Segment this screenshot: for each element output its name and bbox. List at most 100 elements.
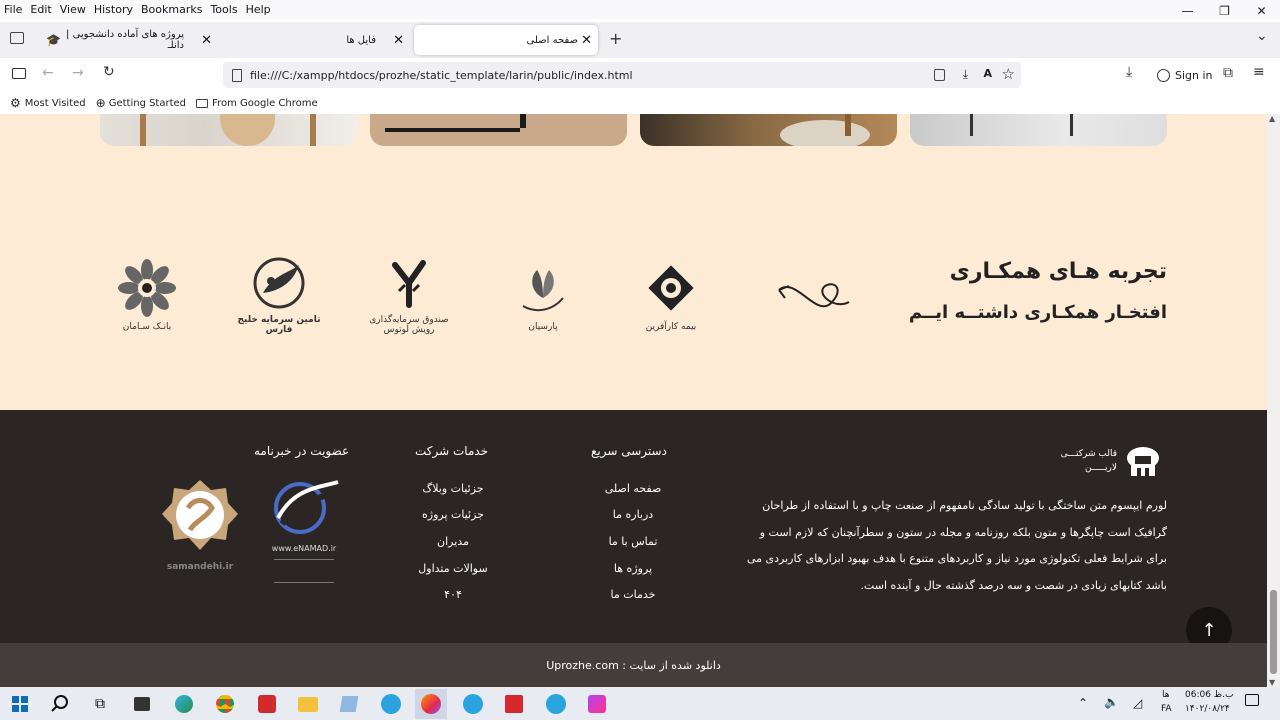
sidebar-icon[interactable]: [12, 68, 26, 79]
quick-link-services[interactable]: خدمات ما: [593, 588, 673, 601]
tab-files[interactable]: فایل ها ✕: [222, 25, 410, 55]
firefox-icon[interactable]: [415, 689, 447, 719]
tab-home[interactable]: صفحه اصلی ✕: [414, 25, 598, 55]
volume-icon[interactable]: 🔈: [1104, 695, 1119, 709]
sign-in-label: Sign in: [1175, 68, 1213, 82]
bookmark-getting-started[interactable]: ⊕ Getting Started: [96, 96, 186, 110]
quick-access-title: دسترسی سریع: [591, 444, 667, 458]
keyboard-layout-secondary[interactable]: ها: [1162, 690, 1170, 700]
bookmark-from-chrome[interactable]: From Google Chrome: [196, 98, 318, 109]
menu-history[interactable]: History: [90, 3, 137, 16]
menu-file[interactable]: File: [0, 3, 26, 16]
clock-date[interactable]: ۱۴۰۲/۰۸/۲۴: [1185, 704, 1230, 714]
menu-view[interactable]: View: [56, 3, 90, 16]
copyright-text: دانلود شده از سایت : Uprozhe.com: [546, 658, 721, 672]
close-window-button[interactable]: ✕: [1243, 0, 1280, 22]
url-bar[interactable]: file:///C:/xampp/htdocs/prozhe/static_te…: [223, 62, 1021, 88]
save-page-icon[interactable]: ⤓: [963, 67, 968, 82]
bookmark-from-chrome-label: From Google Chrome: [212, 97, 318, 109]
file-icon: [232, 68, 242, 82]
menu-bookmarks[interactable]: Bookmarks: [137, 3, 206, 16]
phpstorm-icon[interactable]: [581, 689, 613, 719]
logo-karafarin[interactable]: بیمه کارآفرین: [626, 250, 716, 340]
project-photo-4[interactable]: [910, 114, 1167, 146]
enamad-badge[interactable]: www.eNAMAD.ir: [264, 478, 344, 588]
chrome-icon[interactable]: [209, 689, 241, 719]
search-icon[interactable]: [44, 689, 76, 719]
forward-arrow-icon[interactable]: →: [72, 65, 84, 81]
bookmark-most-visited[interactable]: ⚙ Most Visited: [10, 96, 86, 110]
service-link-blog[interactable]: جزئیات وبلاگ: [413, 482, 493, 495]
new-tab-button[interactable]: +: [609, 29, 622, 48]
service-link-project[interactable]: جزئیات پروژه: [413, 508, 493, 521]
sign-in-button[interactable]: Sign in: [1151, 62, 1213, 88]
file-explorer-icon[interactable]: [292, 689, 324, 719]
parsian-logo-icon: [522, 270, 564, 312]
service-link-404[interactable]: ۴۰۴: [413, 588, 493, 601]
quick-link-contact[interactable]: تماس با ما: [593, 535, 673, 548]
logo-khalij-fars[interactable]: تامین سرمایه خلیج فارس: [234, 250, 324, 340]
khalij-fars-logo-icon: [253, 257, 305, 309]
quick-link-about[interactable]: درباره ما: [593, 508, 673, 521]
extensions-icon[interactable]: ⧉: [1223, 65, 1233, 81]
tray-expand-icon[interactable]: ⌃: [1078, 696, 1088, 710]
network-icon[interactable]: ◿: [1133, 696, 1142, 710]
tab-overview-icon[interactable]: [10, 32, 24, 44]
back-arrow-icon[interactable]: ←: [42, 65, 54, 81]
tab-bar: 🎓 پروژه های آماده دانشجویی | دانلـ ✕ فای…: [0, 22, 1280, 58]
keyboard-layout[interactable]: FA: [1161, 704, 1172, 714]
windows-start-icon[interactable]: [4, 689, 36, 719]
quick-link-projects[interactable]: پروژه ها: [593, 562, 673, 575]
brand-logo-icon: [1127, 447, 1159, 476]
samandehi-badge[interactable]: samandehi.ir: [160, 478, 240, 588]
logo-parsian[interactable]: پارسیان: [498, 250, 588, 340]
lotus-logo-icon: [392, 260, 426, 308]
reader-view-icon[interactable]: [934, 69, 945, 81]
bookmark-star-icon[interactable]: ☆: [1002, 65, 1015, 83]
tab-uprozhe-label: پروژه های آماده دانشجویی | دانلـ: [66, 29, 184, 51]
folder-icon: [196, 98, 209, 108]
task-view-icon[interactable]: ⧉: [84, 689, 116, 719]
tab-list-button[interactable]: ⌄: [1256, 28, 1268, 44]
telegram-icon[interactable]: [375, 689, 407, 719]
telegram-icon-3[interactable]: [540, 689, 572, 719]
url-text: file:///C:/xampp/htdocs/prozhe/static_te…: [250, 68, 633, 82]
footer-brand[interactable]: قالب شرکتـــی لاریـــــن: [1061, 444, 1161, 478]
telegram-icon-2[interactable]: [457, 689, 489, 719]
reload-icon[interactable]: ↻: [103, 64, 115, 80]
scroll-down-icon[interactable]: ▼: [1269, 678, 1275, 687]
tab-uprozhe[interactable]: 🎓 پروژه های آماده دانشجویی | دانلـ ✕: [38, 25, 218, 55]
project-photo-2[interactable]: [370, 114, 627, 146]
close-icon[interactable]: ✕: [201, 33, 212, 48]
minimize-button[interactable]: —: [1169, 0, 1206, 22]
menu-edit[interactable]: Edit: [26, 3, 55, 16]
services-title: خدمات شرکت: [415, 444, 489, 458]
maximize-button[interactable]: ❐: [1206, 0, 1243, 22]
scroll-up-icon[interactable]: ▲: [1269, 114, 1275, 123]
downloads-icon[interactable]: ⤓: [1126, 64, 1132, 80]
translate-icon[interactable]: A: [983, 67, 992, 80]
taskbar: ⧉ ⌃ 🔈 ◿ ها FA ب.ظ 06:06 ۱۴۰۲/۰۸/۲۴: [0, 687, 1280, 720]
project-photo-3[interactable]: [640, 114, 897, 146]
service-link-managers[interactable]: مدیران: [413, 535, 493, 548]
globe-icon: ⊕: [95, 96, 106, 110]
store-icon[interactable]: [126, 689, 158, 719]
menu-help[interactable]: Help: [242, 3, 275, 16]
page-scrollbar[interactable]: ▲ ▼: [1267, 114, 1280, 687]
menu-tools[interactable]: Tools: [206, 3, 241, 16]
quick-link-home[interactable]: صفحه اصلی: [593, 482, 673, 495]
close-icon[interactable]: ✕: [393, 33, 404, 48]
app-menu-icon[interactable]: ≡: [1253, 64, 1265, 80]
app-red-icon[interactable]: [251, 689, 283, 719]
scroll-thumb[interactable]: [1270, 590, 1277, 674]
service-link-faq[interactable]: سوالات متداول: [413, 562, 493, 575]
close-icon[interactable]: ✕: [581, 33, 592, 48]
edge-icon[interactable]: [168, 689, 200, 719]
logo-lotus[interactable]: صندوق سرمایه‌گذاری رویش لوتوس: [364, 250, 454, 340]
notifications-icon[interactable]: [1245, 694, 1259, 706]
logo-bank-saman[interactable]: بانـک سـامان: [102, 250, 192, 340]
project-photo-1[interactable]: [100, 114, 357, 146]
notes-icon[interactable]: [333, 689, 365, 719]
clock-time[interactable]: ب.ظ 06:06: [1185, 690, 1233, 700]
acrobat-icon[interactable]: [498, 689, 530, 719]
